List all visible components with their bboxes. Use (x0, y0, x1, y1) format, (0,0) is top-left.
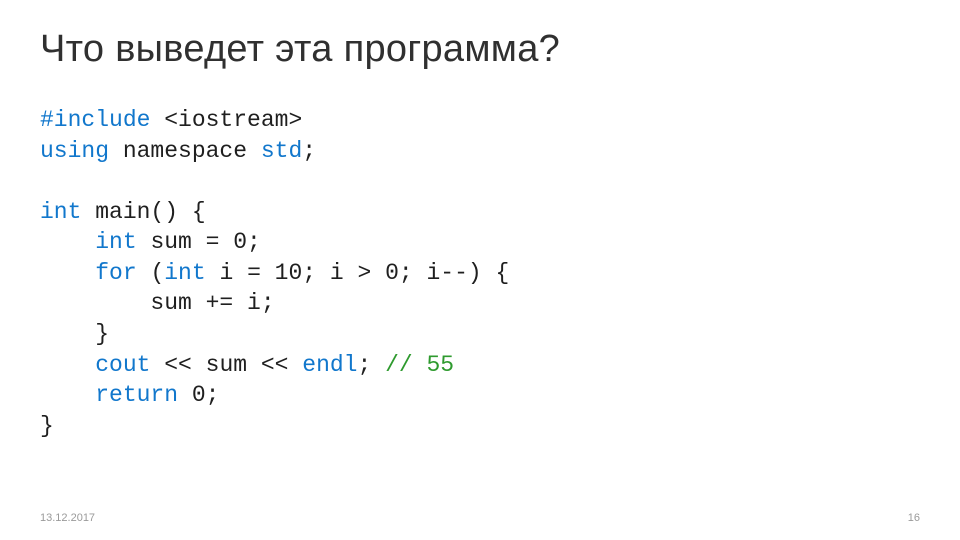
code-text: ; (357, 352, 385, 378)
keyword-endl: endl (302, 352, 357, 378)
comment: // 55 (385, 352, 454, 378)
keyword-int: int (95, 229, 136, 255)
code-text: sum += i; (40, 290, 275, 316)
keyword-for: for (95, 260, 136, 286)
code-indent (40, 229, 95, 255)
code-text: i = 10; i > 0; i--) { (206, 260, 510, 286)
code-text: ; (302, 138, 316, 164)
code-indent (40, 260, 95, 286)
code-text: } (40, 321, 109, 347)
code-text: << sum << (150, 352, 302, 378)
footer-page-number: 16 (908, 512, 920, 524)
keyword-cout: cout (95, 352, 150, 378)
footer-date: 13.12.2017 (40, 512, 95, 524)
code-text: namespace (109, 138, 261, 164)
code-text: 0; (178, 382, 219, 408)
keyword-std: std (261, 138, 302, 164)
keyword-int: int (164, 260, 205, 286)
code-block: #include <iostream> using namespace std;… (40, 105, 920, 441)
code-text: sum = 0; (137, 229, 261, 255)
code-text: } (40, 413, 54, 439)
code-text: ( (137, 260, 165, 286)
keyword-using: using (40, 138, 109, 164)
keyword-include: #include (40, 107, 150, 133)
slide-title: Что выведет эта программа? (40, 28, 920, 71)
code-text: main() { (81, 199, 205, 225)
slide-footer: 13.12.2017 16 (40, 512, 920, 524)
slide: Что выведет эта программа? #include <ios… (0, 0, 960, 540)
keyword-int: int (40, 199, 81, 225)
code-indent (40, 382, 95, 408)
code-indent (40, 352, 95, 378)
keyword-return: return (95, 382, 178, 408)
code-text: <iostream> (150, 107, 302, 133)
